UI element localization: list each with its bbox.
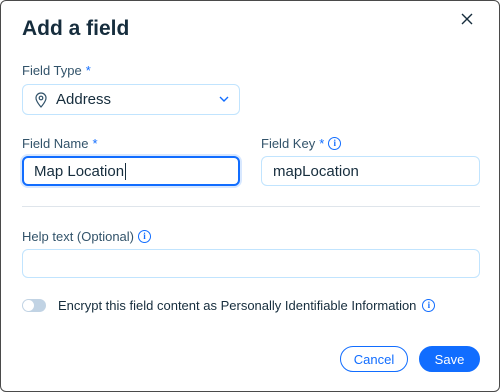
chevron-down-icon — [219, 96, 229, 103]
close-button[interactable] — [457, 9, 477, 29]
dialog-title: Add a field — [22, 17, 130, 40]
encrypt-toggle[interactable] — [22, 299, 46, 312]
field-type-label: Field Type * — [22, 63, 91, 78]
field-key-input[interactable]: mapLocation — [261, 156, 480, 186]
cancel-button[interactable]: Cancel — [340, 346, 408, 372]
text-caret — [125, 162, 127, 180]
info-icon[interactable]: i — [422, 299, 436, 312]
field-name-label: Field Name * — [22, 136, 98, 151]
field-name-value: Map Location — [34, 162, 125, 180]
field-type-value: Address — [56, 91, 112, 108]
info-icon[interactable]: i — [328, 137, 342, 150]
field-name-label-text: Field Name — [22, 136, 89, 151]
add-field-dialog: Add a field Field Type * Address Field N… — [0, 0, 500, 392]
field-type-label-text: Field Type — [22, 63, 82, 78]
info-icon[interactable]: i — [138, 230, 151, 243]
help-text-input[interactable] — [22, 249, 480, 278]
field-name-input[interactable]: Map Location — [22, 156, 240, 186]
field-key-label-text: Field Key — [261, 136, 316, 151]
field-type-select[interactable]: Address — [22, 84, 240, 115]
location-pin-icon — [34, 91, 48, 108]
required-mark: * — [92, 136, 98, 151]
field-key-value: mapLocation — [273, 162, 359, 180]
field-key-label: Field Key * i — [261, 136, 342, 151]
close-icon — [461, 13, 473, 25]
required-mark: * — [85, 63, 91, 78]
divider — [22, 206, 480, 207]
toggle-knob — [23, 300, 34, 311]
required-mark: * — [319, 136, 325, 151]
save-button[interactable]: Save — [419, 346, 480, 372]
help-text-label: Help text (Optional) i — [22, 229, 151, 244]
help-text-label-text: Help text (Optional) — [22, 229, 134, 244]
encrypt-label: Encrypt this field content as Personally… — [58, 298, 436, 313]
encrypt-label-text: Encrypt this field content as Personally… — [58, 298, 417, 313]
